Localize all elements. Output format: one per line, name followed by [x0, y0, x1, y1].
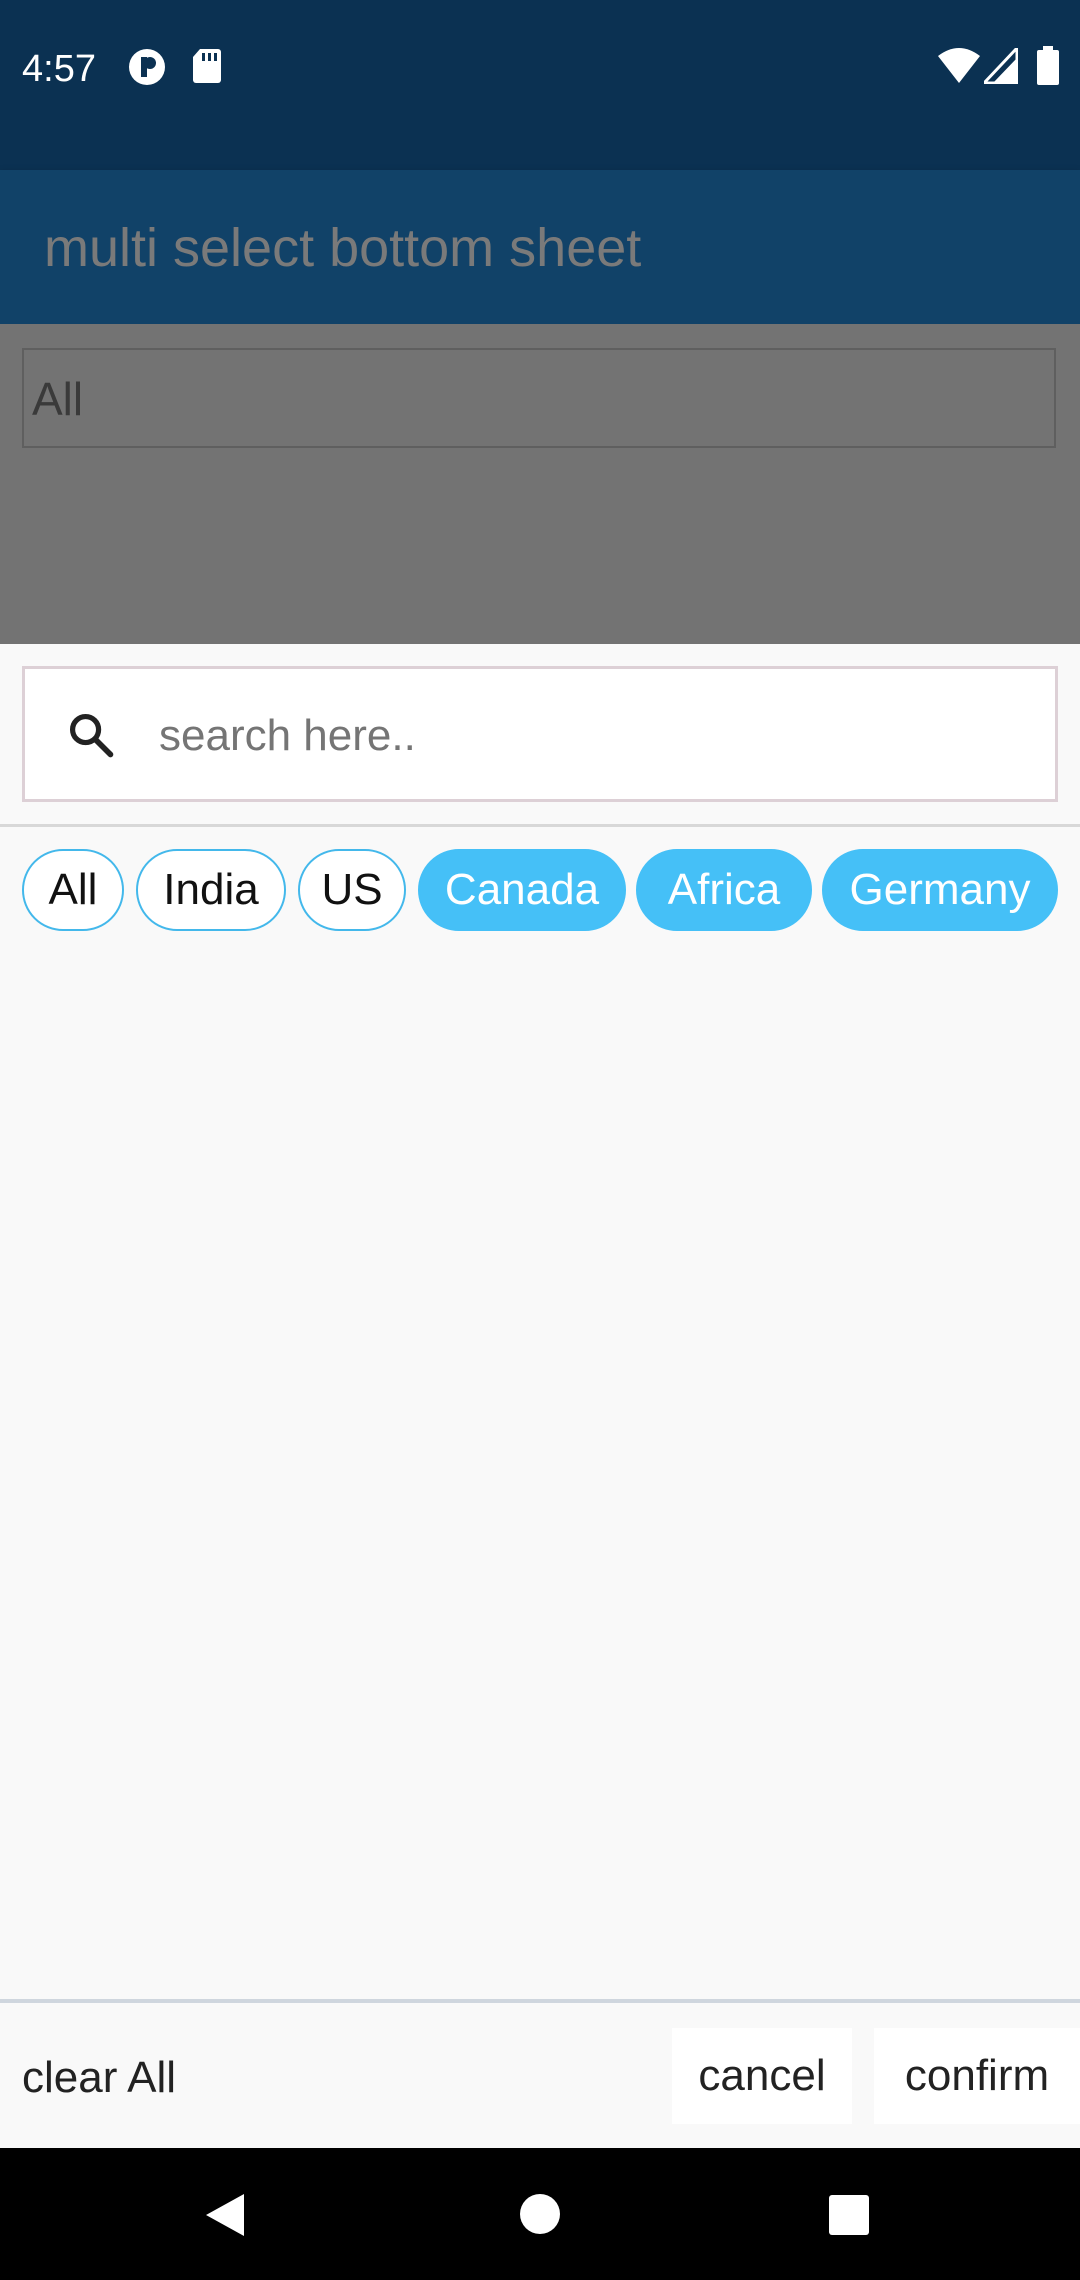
- chip-germany[interactable]: Germany: [822, 849, 1058, 931]
- back-icon[interactable]: [204, 2192, 246, 2238]
- podcast-icon: [129, 49, 165, 85]
- cell-signal-icon: [984, 48, 1018, 84]
- search-icon: [69, 713, 114, 758]
- chips-row: All India US Canada Africa Germany: [22, 849, 1062, 931]
- divider: [0, 824, 1080, 827]
- country-select-field[interactable]: All: [22, 348, 1056, 448]
- home-icon[interactable]: [518, 2192, 562, 2236]
- clear-all-button[interactable]: clear All: [22, 2040, 176, 2116]
- search-box[interactable]: [22, 666, 1058, 802]
- chip-canada[interactable]: Canada: [418, 849, 626, 931]
- sd-card-icon: [193, 49, 221, 83]
- country-select-value: All: [32, 373, 84, 425]
- recents-icon[interactable]: [828, 2194, 870, 2236]
- app-bar: multi select bottom sheet: [0, 170, 1080, 324]
- chip-india[interactable]: India: [136, 849, 286, 931]
- search-input[interactable]: [157, 689, 1021, 783]
- navigation-bar: [0, 2148, 1080, 2280]
- status-time: 4:57: [22, 48, 96, 90]
- chip-all[interactable]: All: [22, 849, 124, 931]
- footer-divider: [0, 1999, 1080, 2003]
- wifi-icon: [938, 48, 980, 83]
- app-title: multi select bottom sheet: [44, 218, 642, 278]
- chip-us[interactable]: US: [298, 849, 406, 931]
- confirm-button[interactable]: confirm: [874, 2028, 1080, 2124]
- cancel-button[interactable]: cancel: [672, 2028, 852, 2124]
- chip-africa[interactable]: Africa: [636, 849, 812, 931]
- status-bar: 4:57: [0, 0, 1080, 170]
- multi-select-bottom-sheet: All India US Canada Africa Germany: [0, 644, 1080, 2148]
- battery-icon: [1037, 46, 1059, 85]
